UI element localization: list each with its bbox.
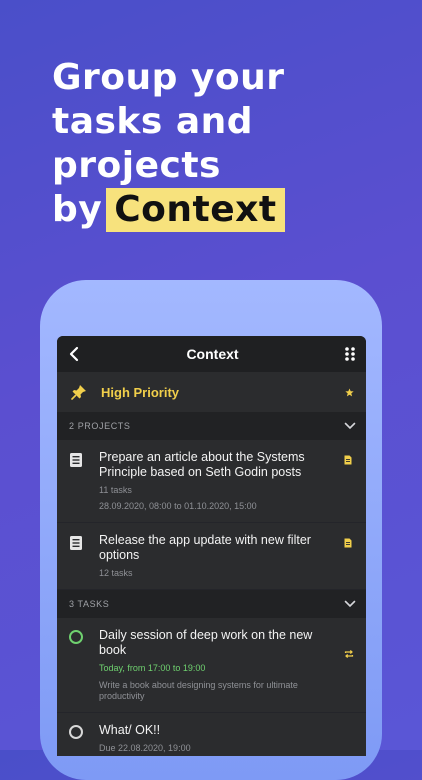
hero-line-3: projects	[52, 145, 221, 186]
dots-grid-icon[interactable]	[344, 346, 356, 362]
task-title: What/ OK!!	[99, 723, 161, 737]
chevron-down-icon[interactable]	[344, 422, 356, 430]
top-bar: Context	[57, 336, 366, 372]
task-due: Due 22.08.2020, 19:00	[99, 743, 191, 753]
project-title: Release the app update with new filter o…	[99, 533, 311, 562]
hero-heading: Group your tasks and projects by Context	[52, 56, 382, 232]
repeat-icon	[344, 649, 354, 659]
tasks-section-header[interactable]: 3 TASKS	[57, 590, 366, 618]
document-icon	[69, 452, 83, 468]
chevron-down-icon[interactable]	[344, 600, 356, 608]
project-item[interactable]: Prepare an article about the Systems Pri…	[57, 440, 366, 523]
project-dates: 28.09.2020, 08:00 to 01.10.2020, 15:00	[99, 501, 257, 511]
pin-icon	[71, 384, 87, 400]
note-icon	[344, 538, 352, 548]
task-note: Write a book about designing systems for…	[99, 680, 298, 701]
page-title: Context	[186, 346, 239, 362]
task-title: Daily session of deep work on the new bo…	[99, 628, 313, 657]
document-icon	[69, 535, 83, 551]
project-task-count: 11 tasks	[99, 485, 132, 495]
app-screen: Context High Priority 2 PROJECTS Prepare…	[57, 336, 366, 756]
hero-line-1: Group your	[52, 57, 285, 98]
context-row[interactable]: High Priority	[57, 372, 366, 412]
task-item[interactable]: Daily session of deep work on the new bo…	[57, 618, 366, 713]
task-checkbox[interactable]	[69, 630, 83, 644]
star-icon[interactable]	[345, 387, 354, 397]
chevron-left-icon[interactable]	[67, 346, 81, 362]
project-title: Prepare an article about the Systems Pri…	[99, 450, 305, 479]
hero-line-4-prefix: by	[52, 189, 103, 230]
task-checkbox[interactable]	[69, 725, 83, 739]
hero-line-4: by Context	[52, 188, 382, 232]
hero-line-2: tasks and	[52, 101, 254, 142]
context-name: High Priority	[101, 384, 180, 400]
project-item[interactable]: Release the app update with new filter o…	[57, 523, 366, 590]
task-schedule: Today, from 17:00 to 19:00	[99, 663, 206, 673]
hero-highlight: Context	[106, 188, 285, 232]
note-icon	[344, 455, 352, 465]
projects-section-header[interactable]: 2 PROJECTS	[57, 412, 366, 440]
project-task-count: 12 tasks	[99, 568, 133, 578]
tasks-header-label: 3 TASKS	[69, 599, 110, 609]
projects-header-label: 2 PROJECTS	[69, 421, 131, 431]
